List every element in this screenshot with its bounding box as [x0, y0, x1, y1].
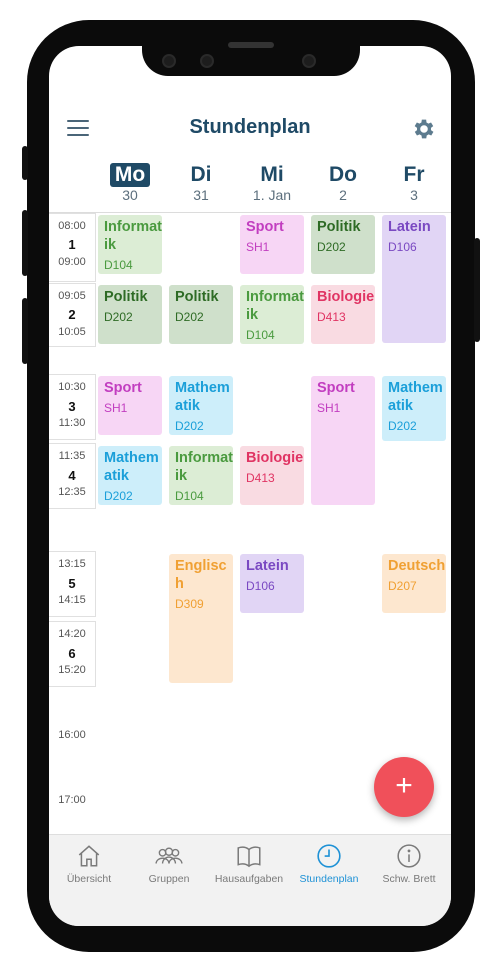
lesson-card[interactable]: Englisch D309 [169, 554, 233, 683]
volume-down-button [22, 298, 28, 364]
sensor-dot [200, 54, 214, 68]
page-title: Stundenplan [189, 116, 311, 138]
add-lesson-button[interactable]: + [374, 757, 434, 817]
period-6: 14:20 6 15:20 [49, 621, 96, 687]
header-divider [49, 212, 451, 213]
day-date: 30 [122, 187, 138, 203]
day-name: Fr [403, 163, 425, 186]
day-date: 2 [339, 187, 347, 203]
tab-hausaufgaben[interactable]: Hausaufgaben [209, 843, 289, 885]
lesson-card[interactable]: Sport SH1 [98, 376, 162, 435]
tab-schwarzes-brett[interactable]: Schw. Brett [369, 843, 449, 885]
tab-gruppen[interactable]: Gruppen [129, 843, 209, 885]
time-label: 16:00 [58, 729, 86, 741]
camera-lens [302, 54, 316, 68]
volume-up-button [22, 210, 28, 276]
lesson-card[interactable]: Sport SH1 [240, 215, 304, 274]
home-icon [78, 845, 100, 867]
tab-label: Gruppen [148, 873, 190, 885]
period-4: 11:35 4 12:35 [49, 443, 96, 509]
tab-label: Hausaufgaben [214, 873, 284, 885]
lesson-card[interactable]: Latein D106 [240, 554, 304, 613]
day-thursday[interactable]: Do 2 [310, 163, 376, 203]
period-1: 08:00 1 09:00 [49, 213, 96, 282]
lesson-card[interactable]: Politik D202 [311, 215, 375, 274]
tab-label: Übersicht [66, 873, 112, 885]
book-icon [237, 846, 261, 868]
lesson-card[interactable]: Deutsch D207 [382, 554, 446, 613]
tab-uebersicht[interactable]: Übersicht [49, 843, 129, 885]
time-label: 17:00 [58, 794, 86, 806]
day-name: Mi [260, 163, 284, 186]
day-date: 3 [410, 187, 418, 203]
lesson-card[interactable]: Informatik D104 [169, 446, 233, 505]
clock-icon [317, 844, 341, 868]
lesson-card[interactable]: Sport SH1 [311, 376, 375, 505]
lesson-card[interactable]: Mathematik D202 [169, 376, 233, 435]
gear-icon[interactable] [411, 116, 437, 142]
lesson-card[interactable]: Informatik D104 [240, 285, 304, 344]
lesson-card[interactable]: Informatik D104 [98, 215, 162, 274]
info-icon [397, 844, 421, 868]
lesson-card[interactable]: Politik D202 [98, 285, 162, 344]
lesson-card[interactable]: Politik D202 [169, 285, 233, 344]
lesson-card[interactable]: Mathematik D202 [382, 376, 446, 441]
period-3: 10:30 3 11:30 [49, 374, 96, 440]
tab-label: Stundenplan [299, 873, 359, 885]
lesson-card[interactable]: Latein D106 [382, 215, 446, 343]
day-name: Di [190, 163, 212, 186]
speaker-grille [228, 42, 274, 48]
lesson-card[interactable]: Biologie D413 [240, 446, 304, 505]
day-monday[interactable]: Mo 30 [97, 163, 163, 203]
period-5: 13:15 5 14:15 [49, 551, 96, 617]
day-name: Mo [110, 163, 150, 187]
weekday-header: Mo 30 Di 31 Mi 1. Jan Do 2 Fr 3 [49, 163, 451, 211]
day-date: 1. Jan [252, 187, 292, 203]
power-button [474, 238, 480, 342]
bottom-navigation: Übersicht Gruppen Hausaufgaben Stundenpl… [49, 834, 451, 926]
lesson-card[interactable]: Mathematik D202 [98, 446, 162, 505]
day-friday[interactable]: Fr 3 [381, 163, 447, 203]
tab-label: Schw. Brett [382, 873, 436, 885]
app-screen: Stundenplan Mo 30 Di 31 Mi 1. Jan Do 2 F… [49, 46, 451, 926]
group-icon [155, 847, 183, 864]
period-2: 09:05 2 10:05 [49, 283, 96, 347]
day-date: 31 [193, 187, 209, 203]
day-wednesday[interactable]: Mi 1. Jan [239, 163, 305, 203]
lesson-card[interactable]: Biologie D413 [311, 285, 375, 344]
mute-switch [22, 146, 28, 180]
sensor-dot [162, 54, 176, 68]
day-name: Do [329, 163, 357, 186]
phone-notch [142, 26, 360, 76]
day-tuesday[interactable]: Di 31 [168, 163, 234, 203]
tab-stundenplan[interactable]: Stundenplan [289, 843, 369, 885]
